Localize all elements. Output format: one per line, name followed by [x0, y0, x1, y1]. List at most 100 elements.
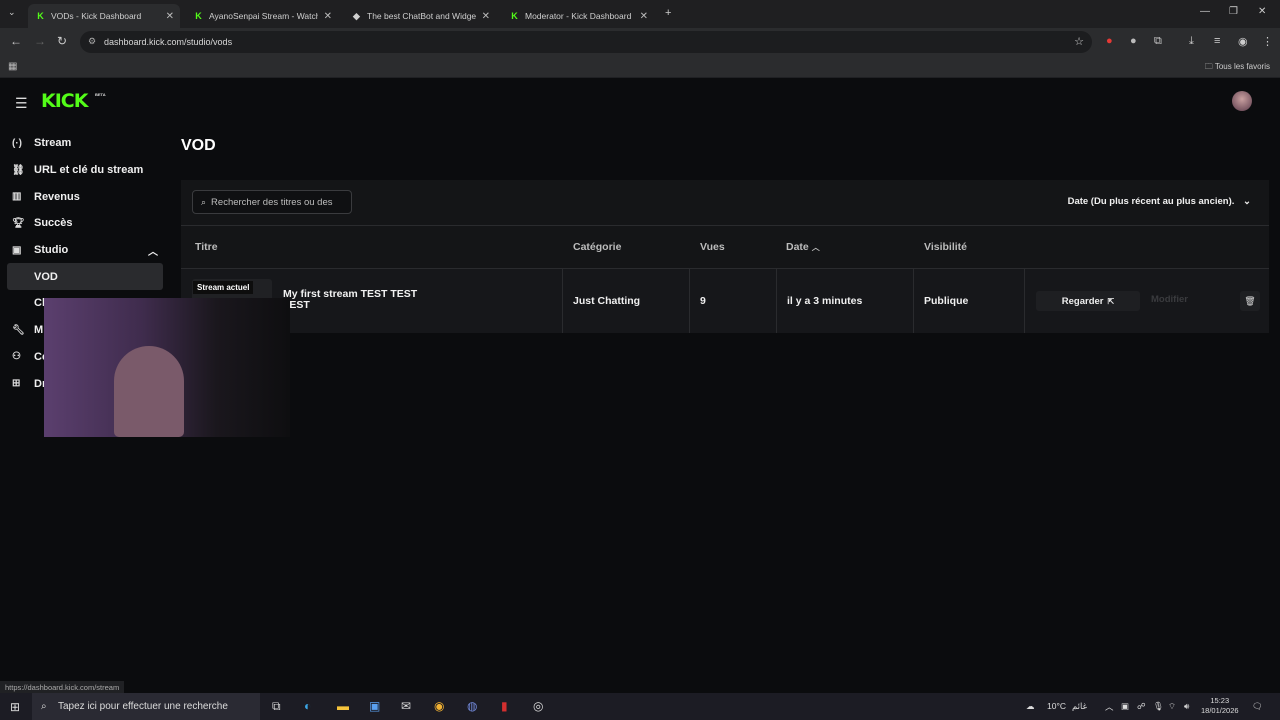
- restore-icon[interactable]: ❐: [1229, 6, 1238, 17]
- watch-label: Regarder: [1061, 295, 1104, 307]
- vod-date: il y a 3 minutes: [776, 269, 913, 333]
- column-header-titre[interactable]: Titre: [195, 241, 218, 253]
- close-icon[interactable]: ✕: [166, 11, 174, 22]
- tab-title: The best ChatBot and Widgets: [367, 11, 476, 21]
- clock-time: 15:23: [1210, 696, 1230, 705]
- tab-vods[interactable]: K VODs - Kick Dashboard ✕: [28, 4, 180, 28]
- webcam-person: [114, 346, 184, 437]
- sort-up-icon: ︿: [811, 243, 820, 252]
- back-icon[interactable]: ←: [10, 34, 22, 48]
- close-icon[interactable]: ✕: [640, 11, 648, 22]
- vod-visibility: Publique: [913, 269, 1024, 333]
- url-text: dashboard.kick.com/studio/vods: [104, 37, 233, 47]
- cake-icon: ⊞: [12, 378, 21, 390]
- weather-temp[interactable]: 10°C: [1047, 701, 1066, 711]
- page-title: VOD: [181, 137, 216, 154]
- volume-icon[interactable]: 🔊︎: [1184, 701, 1189, 712]
- file-explorer-icon[interactable]: ▬: [337, 699, 349, 713]
- weather-icon[interactable]: ☁: [1026, 701, 1035, 712]
- sidebar-item-succes[interactable]: 🏆︎ Succès: [0, 210, 170, 237]
- sort-dropdown[interactable]: Date (Du plus récent au plus ancien). ⌄: [1068, 196, 1251, 207]
- minimize-icon[interactable]: —: [1200, 6, 1210, 17]
- vod-date-value: il y a 3 minutes: [787, 295, 863, 307]
- extensions-puzzle-icon[interactable]: ⧉: [1154, 35, 1162, 48]
- mail-icon[interactable]: ✉: [401, 699, 411, 713]
- column-header-categorie[interactable]: Catégorie: [573, 241, 621, 253]
- new-tab-icon[interactable]: +: [665, 7, 671, 19]
- extension-icon[interactable]: ●: [1130, 35, 1137, 47]
- chart-icon: ▥: [12, 191, 22, 203]
- sort-label: Date (Du plus récent au plus ancien).: [1067, 196, 1235, 207]
- film-icon: ▣: [12, 244, 22, 256]
- table-row[interactable]: Stream actuel My first stream TEST TEST …: [181, 269, 1269, 333]
- extension-icon[interactable]: ●: [1106, 35, 1113, 47]
- avatar[interactable]: [1232, 91, 1252, 111]
- watch-button[interactable]: Regarder ⇱: [1036, 291, 1140, 311]
- tab-search-icon[interactable]: ⌄: [8, 7, 16, 18]
- column-header-vues[interactable]: Vues: [700, 241, 725, 253]
- address-bar: ← → ↻ ⚙ dashboard.kick.com/studio/vods ☆…: [0, 28, 1280, 56]
- store-icon[interactable]: ▣: [369, 699, 380, 713]
- profile-icon[interactable]: ◉: [1238, 35, 1248, 48]
- reload-icon[interactable]: ↻: [57, 34, 67, 48]
- column-header-date-label: Date: [786, 241, 809, 253]
- edge-icon[interactable]: ◐: [304, 699, 311, 713]
- all-bookmarks-label: Tous les favoris: [1214, 62, 1270, 71]
- tab-moderator[interactable]: K Moderator - Kick Dashboard ✕: [502, 4, 654, 28]
- vod-title[interactable]: My first stream TEST TEST TEST: [283, 289, 428, 311]
- taskbar: ⊞ ⌕ Tapez ici pour effectuer une recherc…: [0, 693, 1280, 720]
- weather-label[interactable]: غائم: [1072, 701, 1087, 712]
- column-header-date[interactable]: Date ︿: [786, 241, 820, 253]
- bookmarks-bar: ▦ 🗀 Tous les favoris: [0, 56, 1280, 78]
- close-window-icon[interactable]: ✕: [1258, 6, 1266, 17]
- url-field[interactable]: ⚙ dashboard.kick.com/studio/vods ☆: [80, 31, 1092, 53]
- sidebar-item-stream-key[interactable]: ⛓ URL et clé du stream: [0, 157, 170, 184]
- chevron-down-icon: ⌄: [1243, 196, 1251, 207]
- trophy-icon: 🏆︎: [12, 217, 25, 229]
- sidebar-item-label: URL et clé du stream: [34, 164, 144, 177]
- sidebar-item-stream[interactable]: (·) Stream: [0, 130, 170, 157]
- apps-grid-icon[interactable]: ▦: [8, 61, 17, 72]
- kick-icon: K: [511, 11, 518, 21]
- sidebar-item-vod[interactable]: VOD: [7, 263, 163, 291]
- column-header-visibilite[interactable]: Visibilité: [924, 241, 967, 253]
- microphone-icon[interactable]: 🎙︎: [1153, 701, 1164, 712]
- sidebar-item-label: M: [34, 324, 44, 337]
- close-icon[interactable]: ✕: [324, 11, 332, 22]
- sidebar-item-revenus[interactable]: ▥ Revenus: [0, 183, 170, 210]
- tab-title: VODs - Kick Dashboard: [51, 11, 142, 21]
- search-icon: ⌕: [201, 196, 207, 207]
- sidebar-item-studio[interactable]: ▣ Studio ︿: [0, 237, 170, 264]
- kick-logo[interactable]: KICK: [41, 90, 88, 112]
- network-icon[interactable]: ☍: [1137, 701, 1146, 712]
- tab-ayanosenpai[interactable]: K AyanoSenpai Stream - Watch L ✕: [186, 4, 338, 28]
- notifications-icon[interactable]: 🗨︎: [1252, 701, 1263, 712]
- menu-icon[interactable]: ⋮: [1262, 35, 1273, 48]
- forward-icon[interactable]: →: [34, 34, 46, 48]
- discord-icon[interactable]: ◍: [467, 699, 477, 713]
- tray-chevron-icon[interactable]: ︿: [1105, 701, 1114, 713]
- bookmark-star-icon[interactable]: ☆: [1074, 35, 1084, 48]
- hamburger-menu-icon[interactable]: ☰: [15, 95, 28, 112]
- taskbar-search[interactable]: ⌕ Tapez ici pour effectuer une recherche: [32, 693, 260, 720]
- wifi-icon[interactable]: ⌔: [1168, 701, 1176, 712]
- sidebar-item-label: Succès: [34, 217, 73, 230]
- media-icon[interactable]: ≡: [1214, 35, 1220, 47]
- app-icon[interactable]: ▮: [501, 699, 508, 713]
- tray-icon[interactable]: ▣: [1121, 701, 1129, 712]
- close-icon[interactable]: ✕: [482, 11, 490, 22]
- trash-icon: 🗑︎: [1244, 295, 1256, 306]
- windows-start-icon[interactable]: ⊞: [10, 700, 20, 714]
- clock[interactable]: 15:23 18/01/2026: [1201, 696, 1239, 716]
- search-input[interactable]: ⌕ Rechercher des titres ou des: [192, 190, 352, 214]
- all-bookmarks[interactable]: 🗀 Tous les favoris: [1205, 61, 1270, 75]
- obs-icon[interactable]: ◎: [533, 699, 543, 713]
- edit-button[interactable]: Modifier: [1151, 294, 1188, 305]
- delete-button[interactable]: 🗑︎: [1240, 291, 1260, 311]
- download-icon[interactable]: ⤓: [1189, 35, 1194, 48]
- chrome-icon[interactable]: ◉: [434, 699, 444, 713]
- task-view-icon[interactable]: ⧉: [272, 699, 281, 714]
- tab-chatbot[interactable]: ◆ The best ChatBot and Widgets ✕: [344, 4, 496, 28]
- external-link-icon: ⇱: [1107, 296, 1115, 306]
- site-info-icon[interactable]: ⚙: [88, 36, 96, 47]
